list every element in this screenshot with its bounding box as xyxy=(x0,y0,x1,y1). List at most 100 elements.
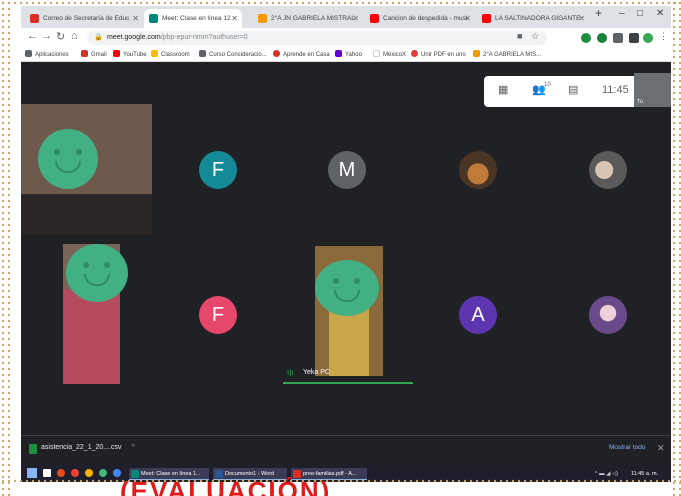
close-downloads-button[interactable]: ✕ xyxy=(657,443,665,454)
back-icon[interactable]: ← xyxy=(27,30,38,42)
task-view-icon[interactable] xyxy=(43,469,51,477)
tab-meet[interactable]: Meet: Clase en línea 12 ✕ xyxy=(144,9,242,28)
dotted-border-bottom xyxy=(0,478,681,482)
close-icon[interactable]: ✕ xyxy=(352,9,359,28)
yahoo-icon xyxy=(335,50,342,57)
slide-caption: (EVALUACIÓN) xyxy=(120,476,332,496)
chrome-icon[interactable] xyxy=(71,469,79,477)
chat-icon[interactable]: ▤ xyxy=(568,83,578,96)
star-icon[interactable]: ☆ xyxy=(531,31,539,42)
bookmark-label: Unir PDF en uno xyxy=(421,52,466,58)
minimize-button[interactable]: – xyxy=(619,8,625,19)
more-icon[interactable]: ⋮ xyxy=(659,31,668,42)
extension-icon[interactable] xyxy=(597,33,607,43)
youtube-icon xyxy=(482,14,491,23)
bookmark-item[interactable]: Classroom xyxy=(151,49,190,61)
aprende-icon xyxy=(273,50,280,57)
pdf-icon xyxy=(411,50,418,57)
avatar[interactable] xyxy=(643,33,653,43)
maximize-button[interactable]: □ xyxy=(637,8,643,19)
tab-correo[interactable]: Correo de Secretaría de Educ ✕ xyxy=(25,9,143,28)
camera-icon[interactable]: ■ xyxy=(517,31,522,41)
new-tab-button[interactable]: + xyxy=(595,6,602,20)
participant-name: Yeka PC xyxy=(303,369,330,376)
bookmark-item[interactable]: Aplicaciones xyxy=(25,49,69,61)
bookmark-label: Classroom xyxy=(161,52,190,58)
slide-frame: Correo de Secretaría de Educ ✕ Meet: Cla… xyxy=(0,0,681,496)
tab-title: 2°A JN GABRIELA MISTRAL xyxy=(271,15,355,22)
address-bar[interactable]: 🔒 meet.google.com/pbp-epur-nmm?authuser=… xyxy=(87,31,547,45)
meeting-time: 11:45 xyxy=(602,84,629,96)
bookmarks-bar: Aplicaciones Gmail YouTube Classroom Cur… xyxy=(21,48,671,62)
site-icon xyxy=(473,50,480,57)
bookmark-item[interactable]: 2°A GABRIELA MIS... xyxy=(473,49,541,61)
tab-title: Cancion de despedida - musi xyxy=(383,15,468,22)
tab-strip: Correo de Secretaría de Educ ✕ Meet: Cla… xyxy=(21,6,671,28)
bookmark-label: Aplicaciones xyxy=(35,52,69,58)
download-filename: asistencia_22_1_20....csv xyxy=(41,444,122,451)
tab-title: Meet: Clase en línea 12 xyxy=(162,15,231,22)
close-icon[interactable]: ✕ xyxy=(464,9,471,28)
bookmark-item[interactable]: Aprende en Casa xyxy=(273,49,330,61)
bookmark-item[interactable]: YouTube xyxy=(113,49,147,61)
chevron-up-icon[interactable]: ^ xyxy=(132,444,135,451)
close-window-button[interactable]: ✕ xyxy=(656,8,664,19)
downloads-bar: asistencia_22_1_20....csv ^ Mostrar todo… xyxy=(21,435,671,465)
bookmark-label: Aprende en Casa xyxy=(283,52,330,58)
participant-photo xyxy=(589,151,627,189)
bookmark-label: Yahoo xyxy=(345,52,362,58)
tab-title: LA SALTINADORA GIGANTE xyxy=(495,15,581,22)
dotted-border-right xyxy=(671,0,681,496)
browser-screenshot: Correo de Secretaría de Educ ✕ Meet: Cla… xyxy=(21,6,671,482)
lock-icon: 🔒 xyxy=(94,34,103,41)
participant-avatar-f: F xyxy=(199,151,237,189)
url-path: /pbp-epur-nmm?authuser=0 xyxy=(160,34,248,41)
url-text[interactable]: meet.google.com/pbp-epur-nmm?authuser=0 xyxy=(107,32,248,44)
close-icon[interactable]: ✕ xyxy=(132,9,139,28)
participant-avatar-a: A xyxy=(459,296,497,334)
participant-tile-video xyxy=(21,104,152,235)
puzzle-icon[interactable] xyxy=(613,33,623,43)
bookmark-item[interactable]: Curso Consideracio... xyxy=(199,49,267,61)
bookmark-item[interactable]: Gmail xyxy=(81,49,107,61)
forward-icon[interactable]: → xyxy=(41,30,52,42)
download-item[interactable]: asistencia_22_1_20....csv ^ xyxy=(29,444,135,454)
youtube-icon xyxy=(370,14,379,23)
url-host: meet.google.com xyxy=(107,34,161,41)
active-speaker-bar xyxy=(283,382,413,384)
site-icon xyxy=(258,14,267,23)
bookmark-label: 2°A GABRIELA MIS... xyxy=(483,52,542,58)
bookmark-item[interactable]: MéxicoX xyxy=(373,49,406,61)
video-background xyxy=(21,194,152,235)
menu-list-icon[interactable] xyxy=(629,33,639,43)
show-all-button[interactable]: Mostrar todo xyxy=(609,444,646,451)
app-icon[interactable] xyxy=(85,469,93,477)
tab-title: Correo de Secretaría de Educ xyxy=(43,15,130,22)
participants-count: 10 xyxy=(544,82,551,88)
toolbar: ← → ↻ ⌂ 🔒 meet.google.com/pbp-epur-nmm?a… xyxy=(21,28,671,48)
bookmark-label: Curso Consideracio... xyxy=(209,52,267,58)
tab-cancion[interactable]: Cancion de despedida - musi ✕ xyxy=(365,9,475,28)
tab-saltinadora[interactable]: LA SALTINADORA GIGANTE ✕ xyxy=(477,9,589,28)
meet-call-area: ▦ 👥 10 ▤ 11:45 Tú F M F ı|ı Yeka PC A xyxy=(21,63,671,435)
bookmark-label: YouTube xyxy=(123,52,147,58)
smiley-face-icon xyxy=(315,260,379,316)
bookmark-item[interactable]: Yahoo xyxy=(335,49,362,61)
app-icon[interactable] xyxy=(57,469,65,477)
self-view-tile: Tú xyxy=(634,73,671,107)
home-icon[interactable]: ⌂ xyxy=(71,30,78,42)
close-icon[interactable]: ✕ xyxy=(231,9,238,28)
bookmark-item[interactable]: Unir PDF en uno xyxy=(411,49,466,61)
page-icon xyxy=(199,50,206,57)
tab-gabriela[interactable]: 2°A JN GABRIELA MISTRAL ✕ xyxy=(253,9,363,28)
windows-start-icon[interactable] xyxy=(27,468,37,478)
close-icon[interactable]: ✕ xyxy=(578,9,585,28)
reload-icon[interactable]: ↻ xyxy=(56,30,65,43)
gmail-icon xyxy=(30,14,39,23)
meeting-details-icon[interactable]: ▦ xyxy=(498,83,508,96)
dotted-border-left xyxy=(0,0,10,496)
youtube-icon xyxy=(113,50,120,57)
app-icon[interactable] xyxy=(99,469,107,477)
extension-icon[interactable] xyxy=(581,33,591,43)
smiley-face-icon xyxy=(66,244,128,302)
